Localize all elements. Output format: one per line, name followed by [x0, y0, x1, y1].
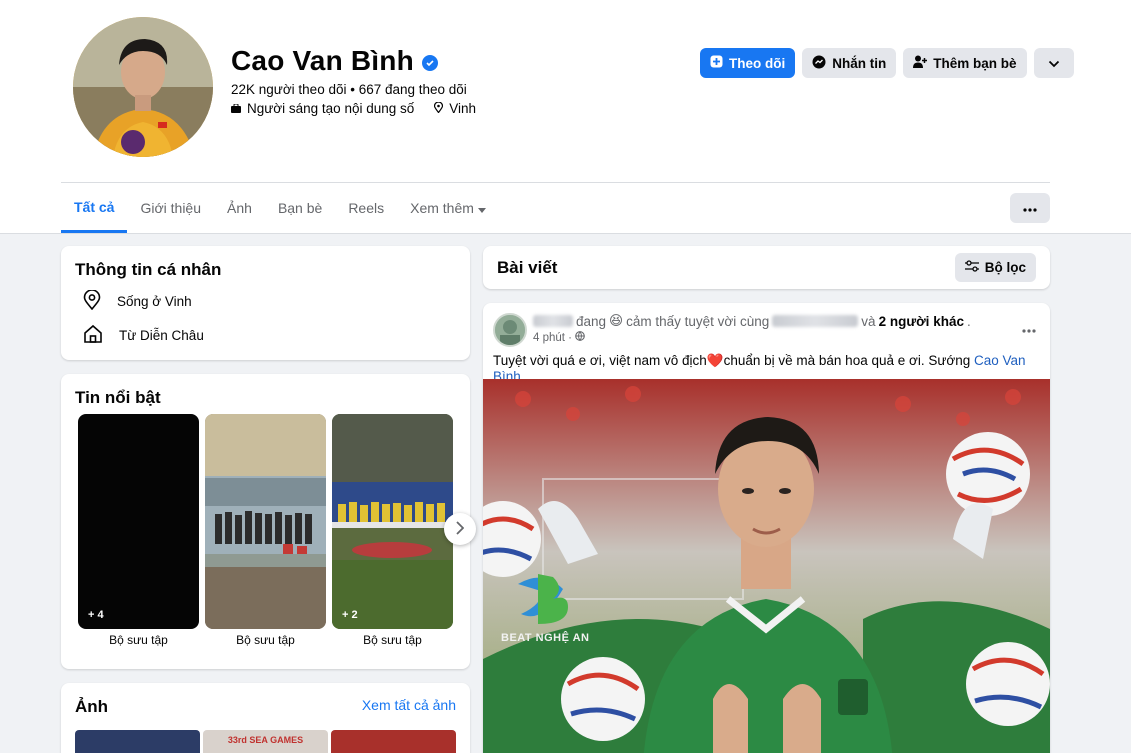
posts-header: Bài viết Bộ lọc: [483, 246, 1050, 289]
story-count: + 4: [88, 609, 104, 621]
post-image[interactable]: BEAT NGHỆ AN: [483, 379, 1050, 753]
blurred-author-name[interactable]: [533, 315, 573, 327]
post-others-link[interactable]: 2 người khác: [879, 314, 964, 329]
follow-button[interactable]: Theo dõi: [700, 48, 796, 78]
intro-title: Thông tin cá nhân: [75, 260, 222, 279]
sliders-icon: [964, 260, 979, 275]
post-card: đang 😆 cảm thấy tuyệt vời cùng và 2 ngườ…: [483, 303, 1050, 753]
post-author-avatar[interactable]: [493, 313, 527, 347]
ellipsis-icon: [1023, 199, 1037, 217]
featured-story[interactable]: + 4: [78, 414, 199, 629]
story-count: + 2: [342, 609, 358, 621]
profile-dropdown-button[interactable]: [1033, 48, 1074, 78]
tab-see-more[interactable]: Xem thêm: [397, 183, 499, 233]
profile-actions: Theo dõi Nhắn tin Thêm bạn bè: [700, 48, 1074, 78]
photos-title: Ảnh: [75, 697, 109, 716]
message-label: Nhắn tin: [832, 55, 887, 71]
post-header-line: đang 😆 cảm thấy tuyệt vời cùng và 2 ngườ…: [533, 313, 971, 329]
tab-see-more-label: Xem thêm: [410, 200, 474, 216]
photos-card: Ảnh Xem tất cả ảnh 33rd SEA GAMES: [61, 683, 470, 753]
photo-thumb[interactable]: 33rd SEA GAMES: [203, 730, 328, 753]
messenger-icon: [812, 55, 826, 72]
follow-label: Theo dõi: [729, 55, 786, 71]
follower-stats[interactable]: 22K người theo dõi • 667 đang theo dõi: [231, 82, 467, 97]
more-options-button[interactable]: [1010, 193, 1050, 223]
post-status-and: và: [861, 313, 876, 329]
tab-photos[interactable]: Ảnh: [214, 183, 265, 233]
blurred-tagged-name[interactable]: [772, 315, 859, 327]
home-icon: [83, 324, 103, 347]
tab-reels-label: Reels: [348, 200, 385, 216]
posts-title: Bài viết: [497, 258, 558, 277]
featured-story[interactable]: [205, 414, 326, 629]
tab-photos-label: Ảnh: [227, 200, 252, 216]
globe-icon: [575, 331, 585, 344]
intro-lives-in-text: Sống ở Vinh: [117, 294, 192, 309]
message-button[interactable]: Nhắn tin: [802, 48, 897, 78]
add-friend-label: Thêm bạn bè: [933, 55, 1017, 71]
follow-plus-icon: [710, 55, 723, 71]
tab-all-label: Tất cả: [74, 198, 115, 215]
caret-down-icon: [477, 200, 486, 216]
featured-story[interactable]: + 2: [332, 414, 453, 629]
chevron-down-icon: [1048, 56, 1060, 71]
photo-thumb-text: 33rd SEA GAMES: [227, 735, 304, 745]
see-all-photos-link[interactable]: Xem tất cả ảnh: [362, 697, 456, 713]
post-status-dot: .: [966, 313, 971, 329]
profile-location[interactable]: Vinh: [449, 101, 476, 116]
intro-lives-in: Sống ở Vinh: [83, 289, 192, 313]
tab-friends-label: Bạn bè: [277, 200, 323, 216]
profile-name: Cao Van Bình: [231, 45, 414, 76]
tab-friends[interactable]: Bạn bè: [265, 183, 335, 233]
tab-about-label: Giới thiệu: [140, 200, 202, 216]
featured-story-label: Bộ sưu tập: [236, 633, 295, 647]
post-status-pre: đang: [576, 313, 607, 329]
post-image-watermark: BEAT NGHỆ AN: [501, 632, 590, 644]
location-icon: [83, 289, 101, 313]
featured-title: Tin nổi bật: [75, 388, 161, 407]
post-timestamp[interactable]: 4 phút ·: [533, 331, 585, 344]
featured-story-label: Bộ sưu tập: [363, 633, 422, 647]
intro-hometown-text: Từ Diễn Châu: [119, 328, 204, 343]
tab-reels[interactable]: Reels: [335, 183, 397, 233]
laughing-emoji-icon: 😆: [609, 313, 624, 328]
tab-all[interactable]: Tất cả: [61, 183, 128, 233]
chevron-right-icon: [456, 519, 465, 540]
featured-next-button[interactable]: [444, 513, 476, 545]
post-body-text: Tuyệt vời quá e ơi, việt nam vô địch❤️ch…: [493, 353, 971, 368]
tab-about[interactable]: Giới thiệu: [127, 183, 214, 233]
briefcase-icon: [231, 101, 241, 116]
intro-card: Thông tin cá nhân Sống ở Vinh Từ Diễn Ch…: [61, 246, 470, 360]
photo-thumb[interactable]: [75, 730, 200, 753]
post-status-text: cảm thấy tuyệt vời cùng: [626, 313, 770, 329]
post-time-text: 4 phút ·: [533, 331, 572, 344]
filter-button[interactable]: Bộ lọc: [954, 253, 1036, 282]
profile-category: Người sáng tạo nội dung số: [247, 101, 415, 116]
ellipsis-icon: [1022, 317, 1036, 337]
add-friend-icon: [913, 55, 928, 71]
post-options-button[interactable]: [1022, 317, 1036, 338]
photo-thumb[interactable]: [331, 730, 456, 753]
location-pin-icon: [434, 101, 444, 116]
filter-label: Bộ lọc: [984, 260, 1026, 275]
profile-meta: Người sáng tạo nội dung số Vinh: [231, 101, 476, 116]
profile-tabs: Tất cả Giới thiệu Ảnh Bạn bè Reels Xem t…: [61, 183, 499, 233]
add-friend-button[interactable]: Thêm bạn bè: [903, 48, 1027, 78]
profile-avatar[interactable]: [73, 17, 213, 157]
featured-card: Tin nổi bật + 4 + 2 Bộ sưu tập Bộ sưu tậ…: [61, 374, 476, 669]
verified-badge-icon: [421, 55, 438, 71]
profile-header: Cao Van Bình 22K người theo dõi • 667 đa…: [0, 0, 1131, 234]
intro-hometown: Từ Diễn Châu: [83, 324, 204, 347]
featured-story-label: Bộ sưu tập: [109, 633, 168, 647]
